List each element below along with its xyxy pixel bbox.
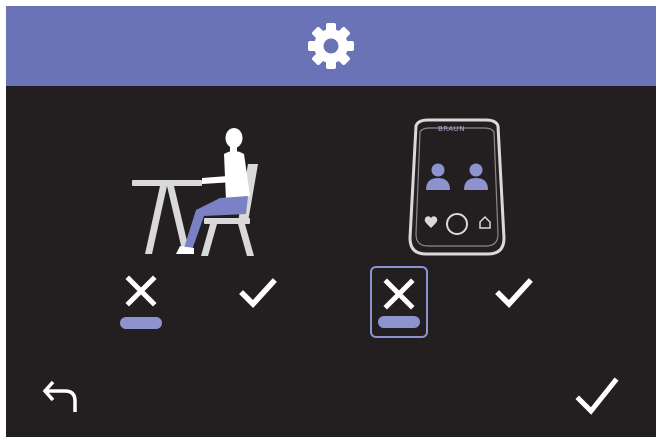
- back-arrow-icon: [42, 380, 77, 412]
- check-icon: [495, 278, 533, 308]
- check-icon: [575, 377, 619, 415]
- posture-no-button[interactable]: [116, 271, 166, 331]
- device-two-users-icon: [408, 118, 506, 256]
- selected-indicator: [120, 317, 162, 329]
- multi-user-no-button[interactable]: [370, 266, 428, 338]
- settings-screen: BRAUN: [6, 6, 656, 437]
- person-seated-at-desk-icon: [132, 128, 258, 256]
- multi-user-yes-button[interactable]: [490, 271, 538, 315]
- posture-yes-button[interactable]: [234, 271, 282, 315]
- gear-icon: [308, 23, 354, 69]
- x-icon: [383, 278, 415, 310]
- selected-indicator: [378, 316, 420, 328]
- device-logo: BRAUN: [438, 125, 466, 133]
- back-button[interactable]: [36, 372, 84, 418]
- confirm-button[interactable]: [572, 374, 622, 420]
- check-icon: [239, 278, 277, 308]
- x-icon: [125, 275, 157, 307]
- header-bar: [6, 6, 656, 86]
